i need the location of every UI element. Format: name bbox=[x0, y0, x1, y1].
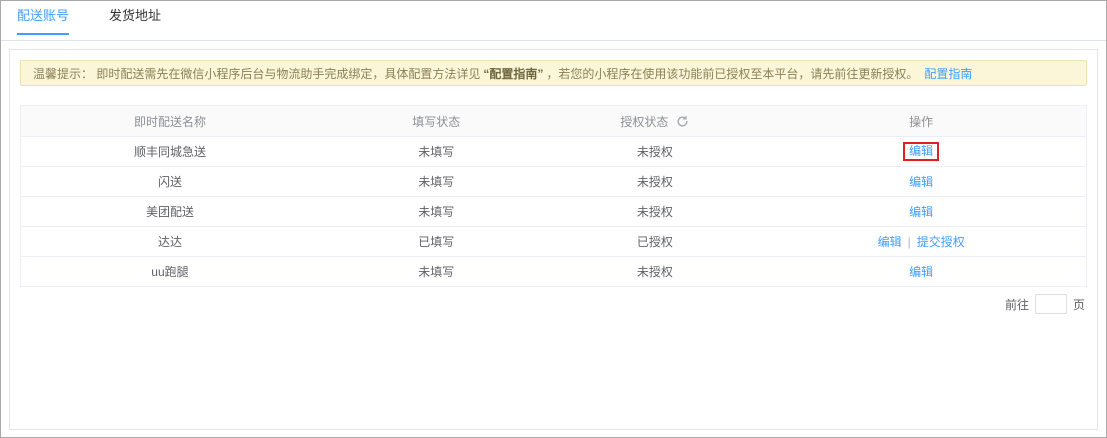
tab-bar: 配送账号 发货地址 bbox=[1, 1, 1106, 41]
table-row: 闪送未填写未授权 编辑 bbox=[21, 167, 1086, 197]
config-guide-link[interactable]: 配置指南 bbox=[924, 65, 972, 82]
table-row: 美团配送未填写未授权 编辑 bbox=[21, 197, 1086, 227]
cell-actions: 编辑 | 提交授权 bbox=[756, 227, 1086, 257]
tip-text-1: 即时配送需先在微信小程序后台与物流助手完成绑定，具体配置方法详见 bbox=[96, 65, 480, 82]
content-panel: 温馨提示： 即时配送需先在微信小程序后台与物流助手完成绑定，具体配置方法详见 “… bbox=[9, 49, 1098, 430]
tab-delivery-account[interactable]: 配送账号 bbox=[17, 1, 69, 35]
page-unit-label: 页 bbox=[1073, 296, 1085, 313]
cell-actions: 编辑 bbox=[756, 197, 1086, 227]
page-number-input[interactable] bbox=[1035, 294, 1067, 314]
tip-quoted-guide: “配置指南” bbox=[483, 65, 543, 82]
tip-banner: 温馨提示： 即时配送需先在微信小程序后台与物流助手完成绑定，具体配置方法详见 “… bbox=[20, 60, 1087, 86]
highlight-box: 编辑 bbox=[903, 142, 939, 161]
app-window: 配送账号 发货地址 温馨提示： 即时配送需先在微信小程序后台与物流助手完成绑定，… bbox=[0, 0, 1107, 438]
cell-delivery-name: 顺丰同城急送 bbox=[21, 137, 319, 167]
cell-fill-status: 未填写 bbox=[319, 257, 554, 287]
cell-actions: 编辑 bbox=[756, 257, 1086, 287]
goto-label: 前往 bbox=[1005, 296, 1029, 313]
cell-fill-status: 未填写 bbox=[319, 137, 554, 167]
edit-link[interactable]: 编辑 bbox=[909, 175, 933, 189]
cell-auth-status: 未授权 bbox=[553, 197, 756, 227]
header-actions: 操作 bbox=[756, 106, 1086, 137]
pagination: 前往 页 bbox=[22, 294, 1085, 314]
tip-text-2: ，若您的小程序在使用该功能前已授权至本平台，请先前往更新授权。 bbox=[546, 65, 918, 82]
header-auth-status-label: 授权状态 bbox=[620, 113, 668, 130]
delivery-table: 即时配送名称 填写状态 授权状态 操作 bbox=[20, 105, 1087, 287]
cell-delivery-name: uu跑腿 bbox=[21, 257, 319, 287]
cell-auth-status: 已授权 bbox=[553, 227, 756, 257]
edit-link[interactable]: 编辑 bbox=[909, 144, 933, 158]
edit-link[interactable]: 编辑 bbox=[909, 265, 933, 279]
cell-delivery-name: 达达 bbox=[21, 227, 319, 257]
cell-fill-status: 已填写 bbox=[319, 227, 554, 257]
tab-shipping-address[interactable]: 发货地址 bbox=[109, 1, 161, 35]
table-header-row: 即时配送名称 填写状态 授权状态 操作 bbox=[21, 106, 1086, 137]
table-row: uu跑腿未填写未授权 编辑 bbox=[21, 257, 1086, 287]
cell-actions: 编辑 bbox=[756, 167, 1086, 197]
header-fill-status: 填写状态 bbox=[319, 106, 554, 137]
cell-auth-status: 未授权 bbox=[553, 257, 756, 287]
edit-link[interactable]: 编辑 bbox=[909, 205, 933, 219]
table-row: 顺丰同城急送未填写未授权 编辑 bbox=[21, 137, 1086, 167]
edit-link[interactable]: 编辑 bbox=[878, 235, 902, 249]
table-row: 达达已填写已授权 编辑 | 提交授权 bbox=[21, 227, 1086, 257]
cell-auth-status: 未授权 bbox=[553, 167, 756, 197]
header-auth-status: 授权状态 bbox=[553, 106, 756, 137]
header-delivery-name: 即时配送名称 bbox=[21, 106, 319, 137]
action-separator: | bbox=[908, 235, 911, 249]
cell-fill-status: 未填写 bbox=[319, 197, 554, 227]
cell-delivery-name: 美团配送 bbox=[21, 197, 319, 227]
cell-actions: 编辑 bbox=[756, 137, 1086, 167]
cell-delivery-name: 闪送 bbox=[21, 167, 319, 197]
tip-prefix: 温馨提示： bbox=[33, 65, 93, 82]
cell-auth-status: 未授权 bbox=[553, 137, 756, 167]
refresh-icon[interactable] bbox=[676, 115, 689, 128]
submit-auth-link[interactable]: 提交授权 bbox=[917, 235, 965, 249]
cell-fill-status: 未填写 bbox=[319, 167, 554, 197]
